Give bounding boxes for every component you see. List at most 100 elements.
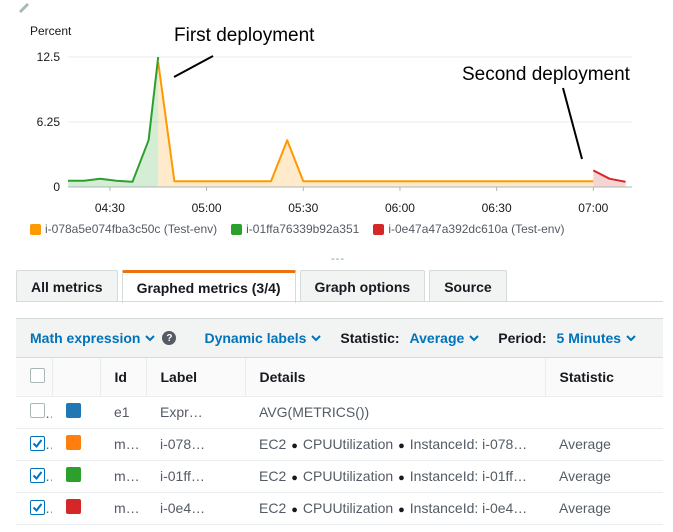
tab-graph-options[interactable]: Graph options xyxy=(299,270,426,302)
period-label: Period: xyxy=(498,330,547,346)
dynamic-labels-dropdown[interactable]: Dynamic labels xyxy=(204,330,322,346)
row-label[interactable]: i-0e4… xyxy=(146,492,245,525)
row-id[interactable]: m3 xyxy=(100,492,146,525)
legend-item[interactable]: i-078a5e074fba3c50c (Test-env) xyxy=(30,222,217,236)
row-details[interactable]: AVG(METRICS()) xyxy=(245,396,545,429)
separator-dot: ● xyxy=(291,472,298,484)
y-tick-label: 0 xyxy=(53,180,60,194)
annotation-arrow xyxy=(562,87,583,160)
row-statistic[interactable]: Average xyxy=(545,428,663,461)
annotation-arrow xyxy=(173,55,214,78)
table-row[interactable]: m1 i-078… EC2 ● CPUUtilization ● InstanceId: i… xyxy=(16,428,663,461)
table-row[interactable]: m3 i-0e4… EC2 ● CPUUtilization ● InstanceId: i… xyxy=(16,492,663,525)
color-column-header xyxy=(51,358,100,397)
separator-dot: ● xyxy=(291,504,298,516)
separator-dot: ● xyxy=(398,504,405,516)
dynamic-labels-label: Dynamic labels xyxy=(204,330,307,346)
row-details[interactable]: EC2 ● CPUUtilization ● InstanceId: i-0e4… xyxy=(245,492,545,525)
row-color-cell[interactable] xyxy=(52,460,100,493)
separator-dot: ● xyxy=(291,440,298,452)
row-checkbox[interactable] xyxy=(30,500,45,515)
row-id[interactable]: m1 xyxy=(100,428,146,461)
row-checkbox[interactable] xyxy=(30,468,45,483)
resize-handle[interactable]: --- xyxy=(331,253,345,265)
detail-part: AVG(METRICS()) xyxy=(259,404,370,420)
tab-graphed-metrics-3-4[interactable]: Graphed metrics (3/4) xyxy=(121,270,296,303)
legend-item[interactable]: i-0e47a47a392dc610a (Test-env) xyxy=(373,222,564,236)
chart-legend: i-078a5e074fba3c50c (Test-env) i-01ffa763… xyxy=(30,222,564,236)
chevron-down-icon xyxy=(311,335,322,342)
tabs-divider xyxy=(16,301,663,302)
legend-label: i-01ffa76339b92a351 xyxy=(246,222,360,236)
metrics-tabs: All metrics Graphed metrics (3/4) Graph op… xyxy=(16,270,507,303)
row-color-cell[interactable] xyxy=(52,396,100,429)
x-tick-label: 06:30 xyxy=(482,201,512,215)
color-swatch[interactable] xyxy=(66,467,81,482)
detail-part: EC2 xyxy=(259,500,287,516)
detail-part: EC2 xyxy=(259,468,287,484)
color-swatch[interactable] xyxy=(66,435,81,450)
detail-part: InstanceId: i-01ff… xyxy=(409,468,528,484)
annotation-second-deployment: Second deployment xyxy=(462,64,631,85)
statistic-dropdown[interactable]: Average xyxy=(410,330,481,346)
row-details[interactable]: EC2 ● CPUUtilization ● InstanceId: i-01ff… xyxy=(245,460,545,493)
legend-label: i-078a5e074fba3c50c (Test-env) xyxy=(45,222,218,236)
row-select-cell[interactable] xyxy=(16,460,52,493)
statistic-column-header[interactable]: Statistic xyxy=(544,358,663,397)
row-label[interactable]: i-078… xyxy=(146,428,245,461)
row-label[interactable]: Expr… xyxy=(146,396,245,429)
math-expression-dropdown[interactable]: Math expression xyxy=(30,330,156,346)
detail-part: CPUUtilization xyxy=(302,468,394,484)
row-details[interactable]: EC2 ● CPUUtilization ● InstanceId: i-078… xyxy=(245,428,545,461)
cpu-utilization-chart: 12.5 6.25 0 Percent 04:30 05:00 05:30 06:00 06:3… xyxy=(30,24,632,215)
table-row[interactable]: m2 i-01ff… EC2 ● CPUUtilization ● InstanceId: … xyxy=(16,460,663,493)
row-checkbox[interactable] xyxy=(30,403,45,418)
select-all-checkbox[interactable] xyxy=(30,367,45,383)
chart-annotations: First deployment Second deployment xyxy=(173,25,631,160)
row-id[interactable]: m2 xyxy=(100,460,146,493)
chevron-down-icon xyxy=(626,335,636,342)
period-dropdown[interactable]: 5 Minutes xyxy=(557,330,638,346)
statistic-label: Statistic: xyxy=(340,330,400,346)
label-column-header[interactable]: Label xyxy=(145,358,245,397)
detail-part: CPUUtilization xyxy=(302,436,394,452)
legend-label: i-0e47a47a392dc610a (Test-env) xyxy=(388,222,565,236)
detail-part: EC2 xyxy=(259,436,287,452)
row-statistic[interactable]: Average xyxy=(545,492,663,525)
metrics-toolbar: Math expression ? Dynamic labels Statist… xyxy=(16,318,663,358)
chevron-down-icon xyxy=(145,335,156,342)
row-color-cell[interactable] xyxy=(52,492,100,525)
x-tick-label: 07:00 xyxy=(578,201,608,215)
row-statistic[interactable]: Average xyxy=(545,460,663,493)
select-all-header[interactable] xyxy=(16,358,52,397)
row-select-cell[interactable] xyxy=(16,492,52,525)
legend-swatch xyxy=(373,223,385,235)
tab-all-metrics[interactable]: All metrics xyxy=(16,270,118,302)
tab-source[interactable]: Source xyxy=(429,270,507,302)
table-row[interactable]: e1 Expr… AVG(METRICS()) xyxy=(16,396,663,429)
row-statistic[interactable] xyxy=(545,396,663,429)
color-swatch[interactable] xyxy=(66,499,81,514)
y-axis-label: Percent xyxy=(30,24,72,38)
details-column-header[interactable]: Details xyxy=(244,358,545,397)
annotation-first-deployment: First deployment xyxy=(174,25,315,46)
statistic-value: Average xyxy=(409,330,465,346)
row-label[interactable]: i-01ff… xyxy=(146,460,245,493)
chevron-down-icon xyxy=(469,335,480,342)
y-tick-label: 12.5 xyxy=(37,50,61,64)
legend-item[interactable]: i-01ffa76339b92a351 xyxy=(231,222,359,236)
graphed-metrics-table: Id Label Details Statistic e1 Expr… AVG(ME… xyxy=(16,358,663,525)
id-column-header[interactable]: Id xyxy=(99,358,146,397)
row-color-cell[interactable] xyxy=(52,428,100,461)
x-tick-label: 05:00 xyxy=(192,201,222,215)
separator-dot: ● xyxy=(398,472,405,484)
help-icon[interactable]: ? xyxy=(162,331,177,345)
color-swatch[interactable] xyxy=(66,403,81,418)
row-select-cell[interactable] xyxy=(16,428,52,461)
table-header-row: Id Label Details Statistic xyxy=(16,358,663,397)
row-id[interactable]: e1 xyxy=(100,396,146,429)
legend-swatch xyxy=(30,223,41,235)
period-value: 5 Minutes xyxy=(556,330,622,346)
row-select-cell[interactable] xyxy=(16,396,52,429)
row-checkbox[interactable] xyxy=(30,436,45,451)
